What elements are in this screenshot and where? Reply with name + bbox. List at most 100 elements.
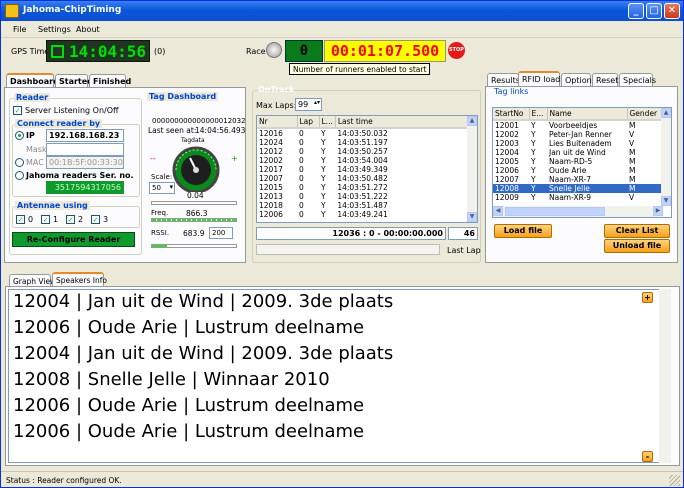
ontrack-row[interactable]: 12007 0 Y 14:03:50.482 [257, 174, 477, 183]
ontrack-cell: 12013 [259, 192, 283, 201]
tab-results[interactable]: Results [487, 73, 520, 87]
taglinks-cell: Naam-XR-7 [549, 175, 591, 184]
tab-finished[interactable]: Finished [89, 74, 131, 88]
ontrack-cell: 0 [299, 147, 304, 156]
mac-input[interactable]: 00:1B:5F:00:33:30 [46, 156, 124, 169]
ontrack-row[interactable]: 12016 0 Y 14:03:50.032 [257, 128, 477, 138]
ontrack-row[interactable]: 12006 0 Y 14:03:49.241 [257, 210, 477, 219]
taglinks-cell: 12002 [495, 130, 519, 139]
stop-button[interactable]: STOP [448, 42, 465, 59]
taglinks-cell: Naam-XR-9 [549, 193, 591, 202]
max-laps-spinner[interactable]: 99 ▴▾ [295, 98, 322, 111]
ontrack-cell: 14:03:51.272 [337, 183, 388, 192]
rssi-label: RSSI. [151, 229, 170, 237]
antenna-2-checkbox[interactable]: ✓ [66, 215, 75, 224]
server-listening-checkbox[interactable]: ✓ [13, 106, 22, 115]
font-increase-button[interactable]: + [642, 292, 653, 303]
serial-label: Jahoma readers Ser. no. [26, 171, 134, 180]
ip-input[interactable]: 192.168.168.23 [46, 129, 124, 142]
window-title: Jahoma-ChipTiming [23, 5, 122, 15]
scale-label: Scale: [151, 173, 173, 181]
taglinks-col-startno[interactable]: StartNo [493, 108, 530, 121]
taglinks-row[interactable]: 12006 Y Oude Arie M [493, 166, 671, 175]
tab-started[interactable]: Started [55, 74, 93, 88]
connect-group-label: Connect reader by [15, 119, 103, 128]
close-button[interactable]: ✕ [664, 3, 680, 19]
antenna-3-checkbox[interactable]: ✓ [91, 215, 100, 224]
tag-links-grid[interactable]: StartNo E... Name Gender 12001 Y Voorbeeld… [492, 107, 672, 218]
scroll-right-icon[interactable]: ▶ [653, 206, 663, 216]
ontrack-cell: 12024 [259, 138, 283, 147]
scroll-down-icon[interactable]: ▼ [467, 212, 477, 222]
scroll-up-icon[interactable]: ▲ [661, 108, 671, 118]
scroll-left-icon[interactable]: ◀ [493, 206, 503, 216]
antenna-1-checkbox[interactable]: ✓ [41, 215, 50, 224]
clear-list-button[interactable]: Clear List [604, 224, 670, 238]
serial-radio[interactable] [15, 171, 24, 180]
ontrack-cell: 14:03:50.482 [337, 174, 388, 183]
ip-label: IP [26, 131, 35, 140]
ontrack-row[interactable]: 12002 0 Y 14:03:54.004 [257, 156, 477, 165]
mask-input[interactable] [46, 143, 124, 156]
ontrack-row[interactable]: 12013 0 Y 14:03:51.222 [257, 192, 477, 201]
ontrack-cell: 14:03:54.004 [337, 156, 388, 165]
ontrack-row[interactable]: 12015 0 Y 14:03:51.272 [257, 183, 477, 192]
taglinks-row[interactable]: 12001 Y Voorbeeldjes M [493, 120, 671, 130]
taglinks-vscrollbar[interactable]: ▲ ▼ [661, 108, 671, 206]
speaker-line: 12004 | Jan uit de Wind | 2009. 3de plaa… [13, 291, 394, 312]
tab-specials[interactable]: Specials [619, 73, 656, 87]
maximize-button[interactable]: □ [646, 3, 662, 19]
load-file-button[interactable]: Load file [494, 224, 552, 238]
scroll-thumb[interactable] [505, 207, 605, 216]
scroll-up-icon[interactable]: ▲ [467, 116, 477, 126]
ontrack-row[interactable]: 12024 0 Y 14:03:51.197 [257, 138, 477, 147]
reconfigure-reader-button[interactable]: Re-Configure Reader [12, 232, 135, 247]
ontrack-row[interactable]: 12018 0 Y 14:03:51.487 [257, 201, 477, 210]
font-decrease-button[interactable]: - [642, 451, 653, 462]
ontrack-col-last-time[interactable]: Last time [335, 116, 477, 129]
taglinks-col-e[interactable]: E... [529, 108, 548, 121]
ontrack-scrollbar[interactable]: ▲ ▼ [467, 116, 477, 222]
ontrack-row[interactable]: 12017 0 Y 14:03:49.349 [257, 165, 477, 174]
resize-grip-icon[interactable] [669, 475, 680, 486]
taglinks-row[interactable]: 12005 Y Naam-RD-5 M [493, 157, 671, 166]
scroll-down-icon[interactable]: ▼ [661, 196, 671, 206]
ontrack-col-nr[interactable]: Nr [257, 116, 298, 129]
tab-reset[interactable]: Reset [592, 73, 618, 87]
taglinks-row[interactable]: 12008 Y Snelle Jelle M [493, 184, 671, 193]
unload-file-button[interactable]: Unload file [604, 239, 670, 253]
taglinks-row[interactable]: 12004 Y Jan uit de Wind M [493, 148, 671, 157]
scale-select[interactable]: 50 ▾ [149, 182, 175, 194]
taglinks-col-name[interactable]: Name [547, 108, 628, 121]
minimize-button[interactable]: _ [628, 3, 644, 19]
taglinks-row[interactable]: 12003 Y Lies Buitenadem V [493, 139, 671, 148]
taglinks-cell: Y [531, 130, 536, 139]
ontrack-col-l[interactable]: L... [319, 116, 336, 129]
tab-speakers-info[interactable]: Speakers Info [52, 272, 107, 287]
race-label: Race [246, 47, 266, 56]
ontrack-col-lap[interactable]: Lap [297, 116, 320, 129]
taglinks-hscrollbar[interactable]: ◀ ▶ [493, 206, 663, 217]
ontrack-grid[interactable]: Nr Lap L... Last time 12016 0 Y 14:03:50.03… [256, 115, 478, 223]
tab-dashboard[interactable]: Dashboard [6, 73, 59, 88]
gps-display: 14:04:56 [46, 40, 150, 62]
stopwatch-icon[interactable] [266, 42, 282, 58]
antenna-0-checkbox[interactable]: ✓ [16, 215, 25, 224]
menu-settings[interactable]: Settings [38, 25, 71, 34]
tab-rfid-loads[interactable]: RFID loads [518, 71, 565, 86]
ontrack-row[interactable]: 12012 0 Y 14:03:50.257 [257, 147, 477, 156]
ontrack-cell: 12016 [259, 129, 283, 138]
ip-radio[interactable] [15, 131, 24, 140]
taglinks-cell: 12006 [495, 166, 519, 175]
menu-about[interactable]: About [76, 25, 100, 34]
tab-options[interactable]: Options [561, 73, 596, 87]
rssi-input[interactable]: 200 [209, 227, 233, 239]
taglinks-row[interactable]: 12007 Y Naam-XR-7 M [493, 175, 671, 184]
speakers-scrollbar[interactable] [659, 289, 671, 463]
menu-file[interactable]: File [13, 25, 26, 34]
taglinks-row[interactable]: 12009 Y Naam-XR-9 V [493, 193, 671, 202]
last-lap-label: Last Lap [447, 246, 481, 255]
taglinks-row[interactable]: 12002 Y Peter-Jan Renner V [493, 130, 671, 139]
mac-radio[interactable] [15, 158, 24, 167]
max-laps-label: Max Laps: [256, 101, 297, 110]
